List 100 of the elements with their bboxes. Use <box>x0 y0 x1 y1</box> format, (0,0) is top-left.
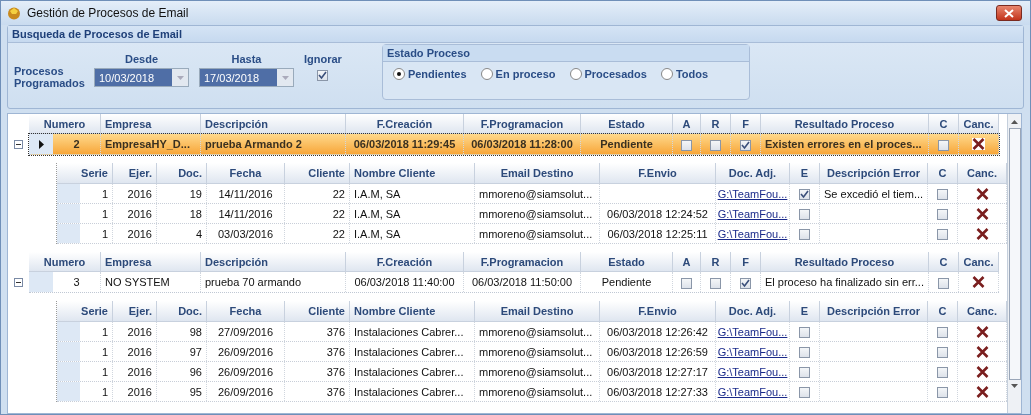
column-header[interactable]: A <box>673 252 701 272</box>
column-header[interactable]: Empresa <box>101 114 201 134</box>
column-header[interactable]: C <box>928 301 958 322</box>
caret-icon[interactable] <box>281 75 289 80</box>
column-header[interactable]: E <box>790 301 820 322</box>
radio-button[interactable] <box>569 68 582 80</box>
column-header[interactable]: Descripción <box>201 252 346 272</box>
cancel-icon[interactable] <box>972 138 985 150</box>
cancel-icon[interactable] <box>975 207 989 220</box>
column-header[interactable]: Canc. <box>959 252 999 272</box>
radio-label[interactable]: En proceso <box>495 68 556 80</box>
collapse-icon[interactable] <box>14 278 23 287</box>
column-header[interactable]: Canc. <box>959 114 999 134</box>
column-header[interactable]: Numero <box>29 252 101 272</box>
checkbox[interactable] <box>937 209 948 220</box>
scroll-up-icon[interactable] <box>1011 120 1018 124</box>
column-header[interactable]: Canc. <box>958 301 1007 322</box>
column-header[interactable]: R <box>701 114 731 134</box>
column-header[interactable]: F.Envio <box>600 301 716 322</box>
collapse-icon[interactable] <box>14 140 23 149</box>
scrollbar[interactable] <box>1007 114 1021 413</box>
cancel-icon[interactable] <box>975 187 989 200</box>
checkbox[interactable] <box>937 387 948 398</box>
cancel-icon[interactable] <box>975 345 989 358</box>
column-header[interactable]: Cliente <box>285 163 350 184</box>
column-header[interactable]: F.Creación <box>346 252 464 272</box>
radio-button[interactable] <box>480 68 493 80</box>
checkbox[interactable] <box>937 189 948 200</box>
checkbox[interactable] <box>799 387 810 398</box>
column-header[interactable]: C <box>929 114 959 134</box>
cancel-icon[interactable] <box>975 365 989 378</box>
column-header[interactable]: Descripción Error <box>820 163 928 184</box>
radio-label[interactable]: Pendientes <box>407 68 467 80</box>
date-field[interactable]: 10/03/2018 <box>94 68 189 87</box>
column-header[interactable]: Canc. <box>958 163 1007 184</box>
column-header[interactable]: C <box>929 252 959 272</box>
column-header[interactable]: Descripción Error <box>820 301 928 322</box>
checkbox[interactable] <box>799 347 810 358</box>
cancel-icon[interactable] <box>972 276 985 288</box>
table-row[interactable]: 2 EmpresaHY_D... prueba Armando 2 06/03/2018 11:29:45 06/03/2018 11:28:00 Pendiente Existen errores en el proces... <box>29 134 999 155</box>
column-header[interactable]: Doc. Adj. <box>716 301 790 322</box>
radio-label[interactable]: Procesados <box>584 68 647 80</box>
column-header[interactable]: F <box>731 114 761 134</box>
attachment-link[interactable]: G:\TeamFou... <box>717 385 788 398</box>
checkbox[interactable] <box>799 229 810 240</box>
checkbox[interactable] <box>317 70 329 81</box>
column-header[interactable]: Empresa <box>101 252 201 272</box>
checkbox[interactable] <box>937 229 948 240</box>
column-header[interactable]: Fecha <box>207 163 285 184</box>
column-header[interactable]: Estado <box>581 252 673 272</box>
column-header[interactable]: Cliente <box>285 301 350 322</box>
column-header[interactable]: Email Destino <box>475 301 600 322</box>
column-header[interactable]: Descripción <box>201 114 346 134</box>
cancel-icon[interactable] <box>975 227 989 240</box>
cancel-icon[interactable] <box>975 385 989 398</box>
checkbox[interactable] <box>799 367 810 378</box>
column-header[interactable]: C <box>928 163 958 184</box>
attachment-link[interactable]: G:\TeamFou... <box>717 365 788 378</box>
column-header[interactable]: Ejer. <box>113 301 157 322</box>
checkbox[interactable] <box>937 367 948 378</box>
column-header[interactable]: Email Destino <box>475 163 600 184</box>
scroll-down-icon[interactable] <box>1011 384 1018 388</box>
column-header[interactable]: Resultado Proceso <box>761 114 929 134</box>
column-header[interactable]: Doc. <box>157 163 207 184</box>
column-header[interactable]: Numero <box>29 114 101 134</box>
checkbox[interactable] <box>938 139 949 151</box>
attachment-link[interactable]: G:\TeamFou... <box>717 207 788 220</box>
radio-button[interactable] <box>392 68 405 80</box>
checkbox[interactable] <box>938 277 949 289</box>
column-header[interactable]: Doc. Adj. <box>716 163 790 184</box>
attachment-link[interactable]: G:\TeamFou... <box>717 187 788 200</box>
column-header[interactable]: A <box>673 114 701 134</box>
table-row[interactable]: 3 NO SYSTEM prueba 70 armando 06/03/2018 11:40:00 06/03/2018 11:50:00 Pendiente El proceso ha finalizado sin err... <box>29 272 999 293</box>
cancel-icon[interactable] <box>975 325 989 338</box>
attachment-link[interactable]: G:\TeamFou... <box>717 227 788 240</box>
radio-label[interactable]: Todos <box>675 68 709 80</box>
caret-icon[interactable] <box>176 75 184 80</box>
checkbox[interactable] <box>799 189 810 200</box>
checkbox[interactable] <box>937 327 948 338</box>
column-header[interactable]: F <box>731 252 761 272</box>
column-header[interactable]: R <box>701 252 731 272</box>
column-header[interactable]: F.Creación <box>346 114 464 134</box>
checkbox[interactable] <box>681 139 692 151</box>
checkbox[interactable] <box>740 277 751 289</box>
checkbox[interactable] <box>799 327 810 338</box>
column-header[interactable]: F.Programacion <box>464 252 581 272</box>
checkbox[interactable] <box>799 209 810 220</box>
checkbox[interactable] <box>937 347 948 358</box>
column-header[interactable]: Fecha <box>207 301 285 322</box>
column-header[interactable]: Serie <box>57 301 113 322</box>
column-header[interactable]: F.Envio <box>600 163 716 184</box>
column-header[interactable]: Nombre Cliente <box>350 301 475 322</box>
checkbox[interactable] <box>740 139 751 151</box>
radio-button[interactable] <box>660 68 673 80</box>
column-header[interactable]: F.Programacion <box>464 114 581 134</box>
checkbox[interactable] <box>681 277 692 289</box>
column-header[interactable]: Doc. <box>157 301 207 322</box>
column-header[interactable]: Resultado Proceso <box>761 252 929 272</box>
column-header[interactable]: Serie <box>57 163 113 184</box>
close-button[interactable] <box>996 5 1022 21</box>
